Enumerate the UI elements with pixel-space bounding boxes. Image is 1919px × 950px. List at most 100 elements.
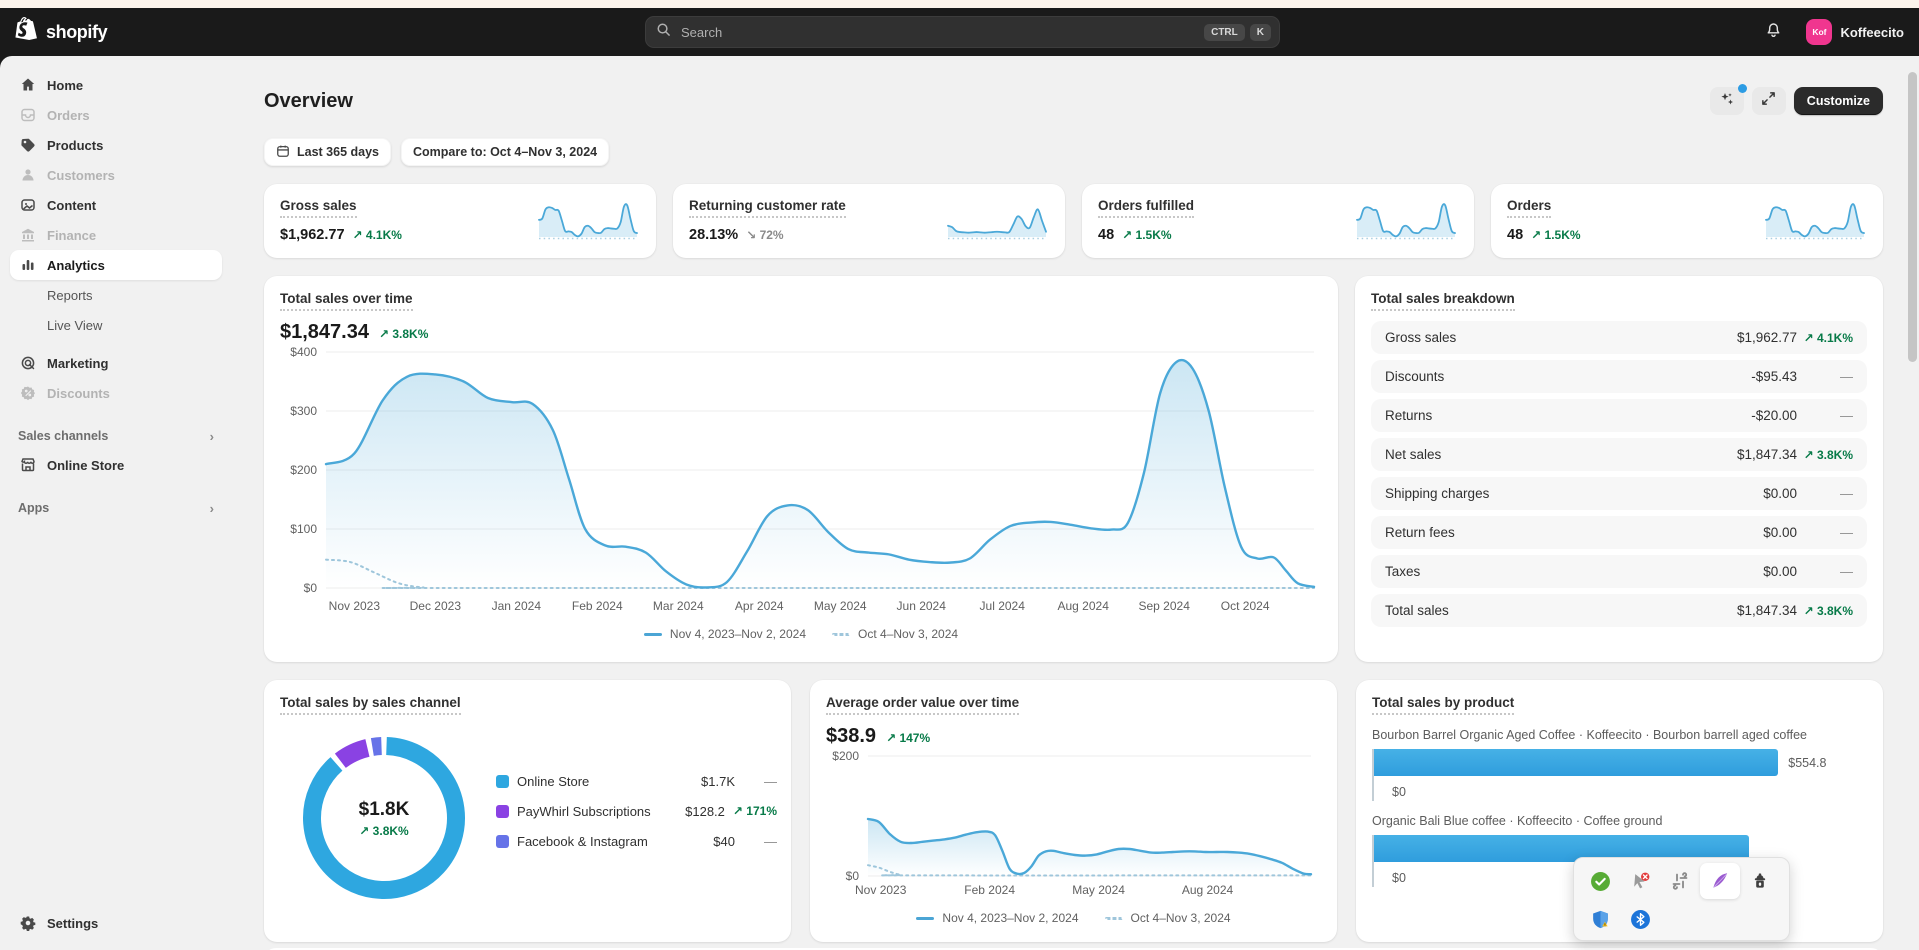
dotted-line-swatch [1104, 916, 1123, 920]
expand-button[interactable] [1751, 87, 1786, 115]
notifications-button[interactable] [1757, 16, 1789, 48]
metric-title[interactable]: Gross sales [280, 198, 357, 218]
shopify-logo[interactable]: shopify [14, 8, 108, 56]
customize-button[interactable]: Customize [1793, 87, 1883, 115]
bar-value-label: $554.8 [1788, 755, 1827, 770]
svg-text:$200: $200 [290, 463, 317, 477]
svg-text:$200: $200 [832, 749, 859, 763]
hydrant-tray-icon[interactable] [1740, 863, 1780, 899]
date-range-button[interactable]: Last 365 days [264, 138, 391, 166]
svg-text:Aug 2024: Aug 2024 [1058, 599, 1110, 613]
sidebar-item-orders[interactable]: Orders [10, 100, 222, 130]
breakdown-value: $1,962.77 [1736, 330, 1797, 345]
system-tray-overflow [1573, 857, 1790, 941]
chart-title[interactable]: Total sales by sales channel [280, 695, 461, 715]
sparkline-chart [1765, 203, 1865, 240]
sidebar-item-products[interactable]: Products [10, 130, 222, 160]
metric-card-orders-fulfilled: Orders fulfilled 48 ↗ 1.5K% [1082, 184, 1474, 258]
scrollbar-thumb[interactable] [1908, 72, 1917, 362]
donut-center-value: $1.8K [358, 798, 410, 820]
metric-title[interactable]: Returning customer rate [689, 198, 846, 218]
svg-text:Aug 2024: Aug 2024 [1182, 883, 1234, 897]
sparkline-chart [1356, 203, 1456, 240]
apps-section[interactable]: Apps › [10, 494, 222, 522]
compare-to-button[interactable]: Compare to: Oct 4–Nov 3, 2024 [401, 138, 610, 166]
svg-text:Nov 2023: Nov 2023 [855, 883, 907, 897]
global-search[interactable]: CTRL K [645, 16, 1280, 48]
sidebar-item-reports[interactable]: Reports [10, 280, 222, 310]
breakdown-value: $0.00 [1763, 564, 1797, 579]
legend-swatch [496, 804, 509, 818]
metric-value: 28.13% [689, 227, 739, 243]
breakdown-row: Shipping charges $0.00 — [1371, 477, 1867, 510]
breakdown-label: Shipping charges [1385, 486, 1490, 501]
sidebar-item-finance[interactable]: Finance [10, 220, 222, 250]
sidebar-item-customers[interactable]: Customers [10, 160, 222, 190]
chart-title[interactable]: Total sales over time [280, 291, 413, 311]
marketing-icon [18, 354, 37, 373]
breakdown-value: $1,847.34 [1736, 603, 1797, 618]
page-title: Overview [264, 89, 353, 112]
donut-chart: $1.8K ↗ 3.8K% [294, 728, 474, 908]
bluetooth-tray-icon[interactable] [1620, 901, 1660, 937]
shield-warning-tray-icon[interactable] [1580, 901, 1620, 937]
average-order-value-card: Average order value over time $38.9 ↗ 14… [810, 680, 1337, 942]
svg-text:Feb 2024: Feb 2024 [964, 883, 1015, 897]
chart-title[interactable]: Average order value over time [826, 695, 1020, 715]
legend-swatch [496, 774, 509, 788]
solid-line-swatch [916, 916, 935, 920]
sidebar-item-analytics[interactable]: Analytics [10, 250, 222, 280]
breakdown-change: ↗ 3.8K% [1803, 447, 1853, 462]
slack-tray-icon[interactable] [1660, 863, 1700, 899]
breakdown-change: — [1840, 525, 1853, 540]
sidebar-item-home[interactable]: Home [10, 70, 222, 100]
metric-card-returning-customer-rate: Returning customer rate 28.13% ↘ 72% [673, 184, 1065, 258]
channel-value: $128.2 [685, 803, 725, 819]
search-input[interactable] [679, 23, 1200, 41]
total-sales-line-chart: $0 $100 $200 $300 $400 Nov 2023 Dec 2023 Jan 20… [290, 345, 1316, 613]
breakdown-title[interactable]: Total sales breakdown [1371, 291, 1515, 311]
main-content: Overview Customize Last 365 days Compare… [232, 56, 1919, 950]
sales-channels-section[interactable]: Sales channels › [10, 422, 222, 450]
svg-text:$0: $0 [846, 869, 860, 883]
channel-label: PayWhirl Subscriptions [517, 803, 651, 819]
breakdown-label: Returns [1385, 408, 1433, 423]
chart-change: ↗ 3.8K% [378, 327, 429, 341]
svg-text:Jul 2024: Jul 2024 [980, 599, 1026, 613]
metric-change: ↗ 4.1K% [352, 228, 402, 242]
breakdown-label: Discounts [1385, 369, 1445, 384]
sidebar-item-online-store[interactable]: Online Store [10, 450, 222, 480]
sidebar-item-discounts[interactable]: Discounts [10, 378, 222, 408]
svg-text:Mar 2024: Mar 2024 [653, 599, 704, 613]
green-check-tray-icon[interactable] [1580, 863, 1620, 899]
channel-legend: Online Store $1.7K — PayWhirl Subscripti… [496, 766, 777, 856]
chart-legend: Nov 4, 2023–Nov 2, 2024 Oct 4–Nov 3, 202… [826, 911, 1321, 925]
sidebar-item-content[interactable]: Content [10, 190, 222, 220]
feather-extension-tray-icon[interactable] [1700, 863, 1740, 899]
chart-value: $38.9 [826, 725, 877, 747]
breakdown-value: $0.00 [1763, 486, 1797, 501]
svg-text:May 2024: May 2024 [1072, 883, 1125, 897]
breakdown-change: — [1840, 408, 1853, 423]
chevron-right-icon: › [209, 500, 214, 516]
chart-title[interactable]: Total sales by product [1372, 695, 1515, 715]
metric-title[interactable]: Orders fulfilled [1098, 198, 1195, 218]
svg-text:$100: $100 [290, 522, 317, 536]
product-bar-group: Bourbon Barrel Organic Aged Coffee · Kof… [1372, 728, 1867, 801]
svg-text:Dec 2023: Dec 2023 [410, 599, 462, 613]
sidebar-item-settings[interactable]: Settings [10, 908, 222, 938]
sparkles-icon [1719, 91, 1735, 112]
sparkline-chart [538, 203, 638, 240]
calendar-icon [276, 144, 290, 161]
insights-button[interactable] [1709, 84, 1747, 115]
breakdown-label: Total sales [1385, 603, 1449, 618]
cursor-blocked-tray-icon[interactable] [1620, 863, 1660, 899]
sidebar-item-live-view[interactable]: Live View [10, 310, 222, 340]
orders-icon [18, 106, 37, 125]
metric-title[interactable]: Orders [1507, 198, 1552, 218]
avatar: Kof [1806, 19, 1833, 45]
metric-change: ↗ 1.5K% [1122, 228, 1172, 242]
account-menu[interactable]: Kof Koffeecito [1803, 16, 1907, 48]
sidebar-item-marketing[interactable]: Marketing [10, 348, 222, 378]
svg-text:May 2024: May 2024 [814, 599, 867, 613]
